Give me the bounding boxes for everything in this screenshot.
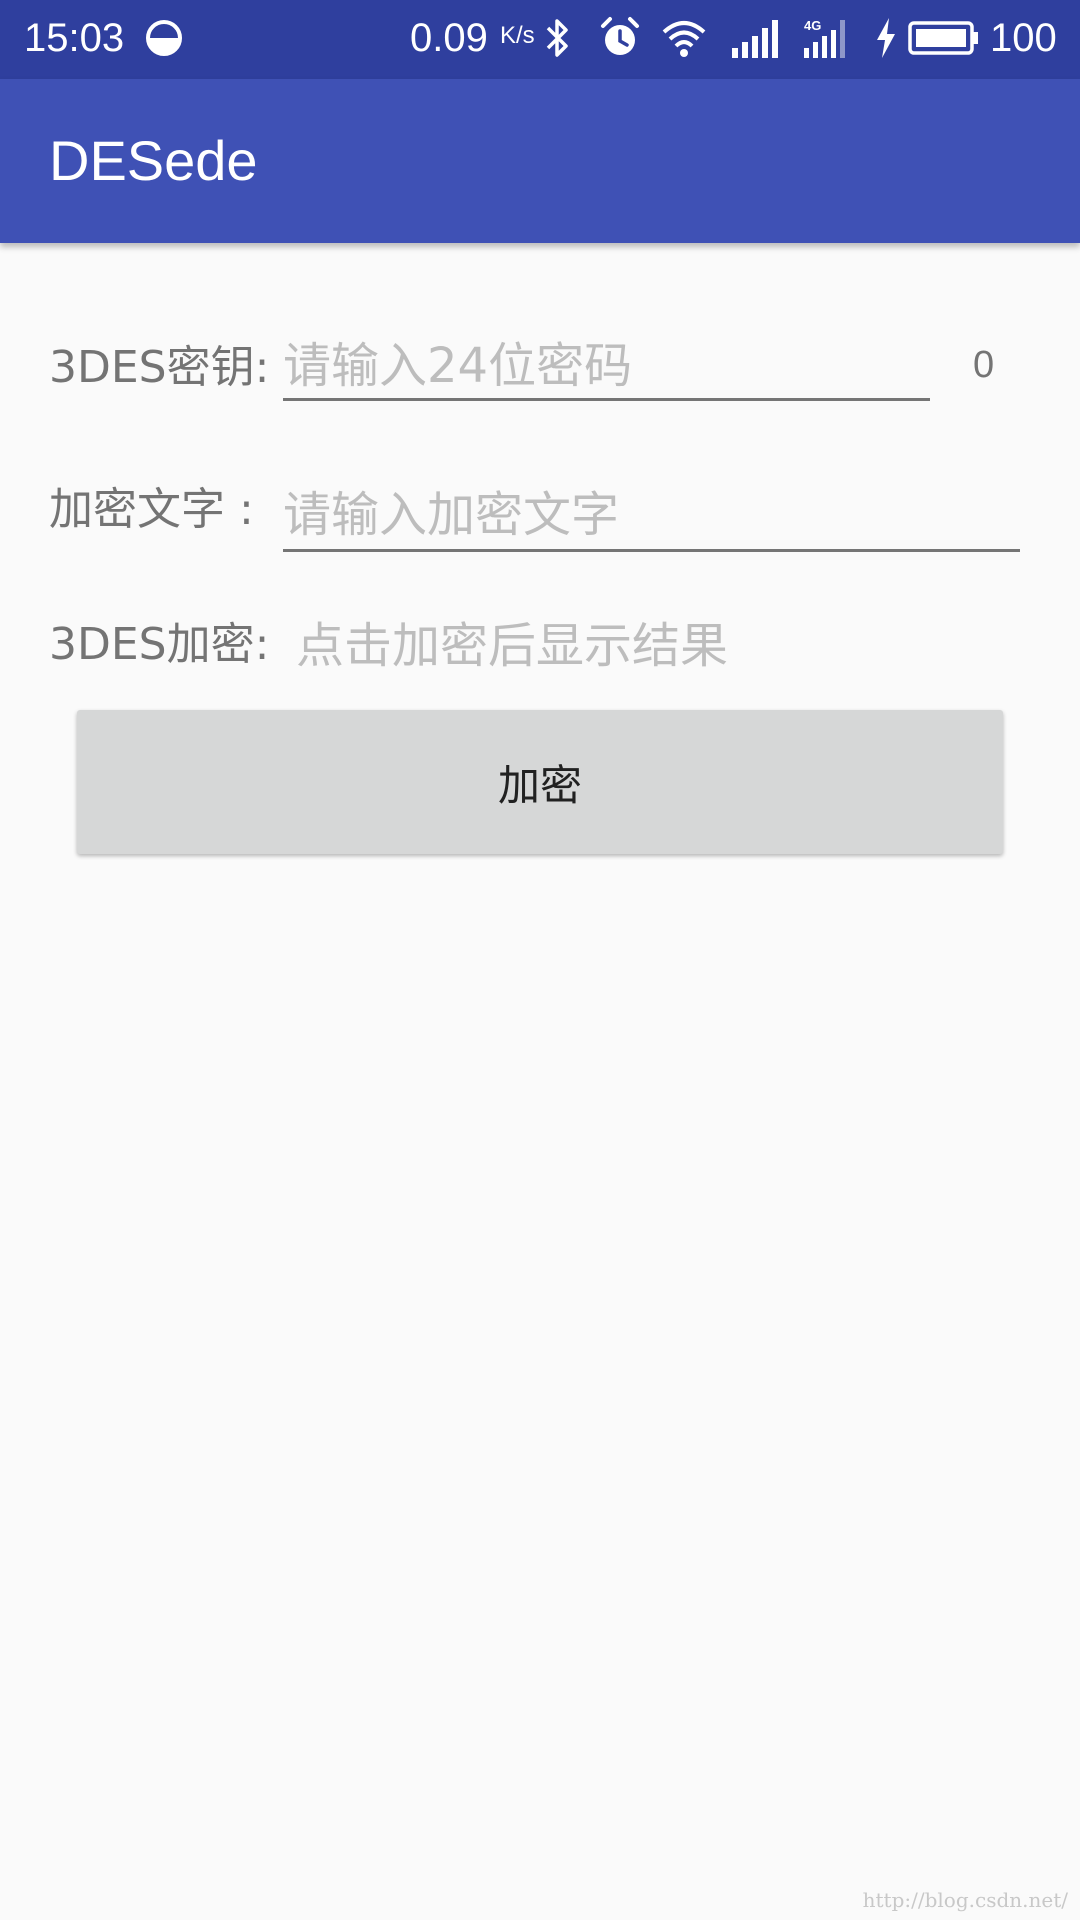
plaintext-input[interactable]	[283, 481, 1020, 552]
status-time: 15:03	[24, 16, 125, 60]
watermark: http://blog.csdn.net/	[862, 1888, 1068, 1912]
signal-icon	[732, 20, 778, 58]
data-saver-icon	[146, 20, 182, 56]
net-speed: 0.09	[410, 16, 488, 60]
status-bar: 15:03 0.09 K/s 4G 100	[0, 0, 1080, 79]
key-input[interactable]	[283, 334, 930, 401]
key-label: 3DES密钥:	[49, 342, 270, 393]
result-label: 3DES加密:	[49, 619, 270, 670]
app-bar: DESede	[0, 79, 1080, 243]
charging-icon	[877, 18, 895, 58]
signal-4g-icon: 4G	[804, 18, 845, 58]
net-speed-unit: K/s	[500, 22, 535, 49]
wifi-icon	[662, 21, 706, 57]
network-type-label: 4G	[804, 18, 821, 33]
battery-icon	[908, 21, 978, 55]
battery-level: 100	[990, 16, 1057, 60]
encrypt-button[interactable]: 加密	[77, 710, 1003, 854]
result-text: 点击加密后显示结果	[296, 618, 729, 674]
text-label: 加密文字 :	[49, 484, 254, 535]
bluetooth-icon	[546, 19, 568, 57]
alarm-clock-icon	[601, 17, 639, 55]
key-char-counter: 0	[973, 344, 995, 386]
page-title: DESede	[49, 129, 258, 192]
